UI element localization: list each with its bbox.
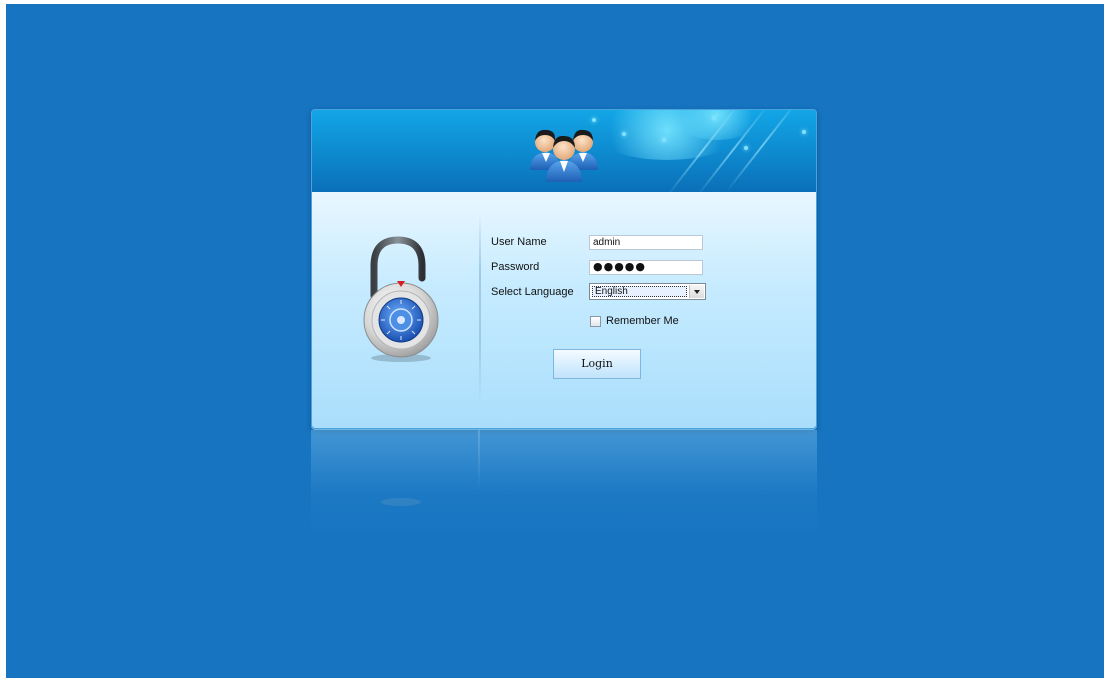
username-field[interactable] bbox=[589, 235, 703, 250]
panel-body: User Name Password ●●●●● Select Language… bbox=[312, 192, 816, 428]
panel-divider bbox=[479, 214, 481, 404]
panel-header bbox=[312, 110, 816, 192]
reflection-divider bbox=[478, 430, 480, 490]
language-select[interactable]: English bbox=[589, 283, 706, 300]
header-dot bbox=[622, 132, 626, 136]
padlock-icon bbox=[363, 236, 439, 362]
reflection-lock-shadow bbox=[381, 498, 421, 506]
login-panel: User Name Password ●●●●● Select Language… bbox=[311, 109, 817, 429]
chevron-down-icon[interactable] bbox=[689, 285, 704, 298]
login-button[interactable]: Login bbox=[553, 349, 641, 379]
password-field[interactable]: ●●●●● bbox=[589, 260, 703, 275]
header-dot bbox=[744, 146, 748, 150]
remember-me-checkbox[interactable] bbox=[590, 316, 601, 327]
header-dot bbox=[712, 116, 716, 120]
remember-me-label[interactable]: Remember Me bbox=[606, 315, 679, 327]
login-page-background: User Name Password ●●●●● Select Language… bbox=[6, 4, 1104, 678]
panel-reflection bbox=[311, 430, 817, 540]
header-dot bbox=[802, 130, 806, 134]
users-icon bbox=[530, 129, 598, 182]
header-dot bbox=[662, 138, 666, 142]
language-selected-value: English bbox=[592, 286, 687, 297]
password-label: Password bbox=[491, 261, 540, 273]
username-label: User Name bbox=[491, 236, 547, 248]
language-label: Select Language bbox=[491, 286, 574, 298]
